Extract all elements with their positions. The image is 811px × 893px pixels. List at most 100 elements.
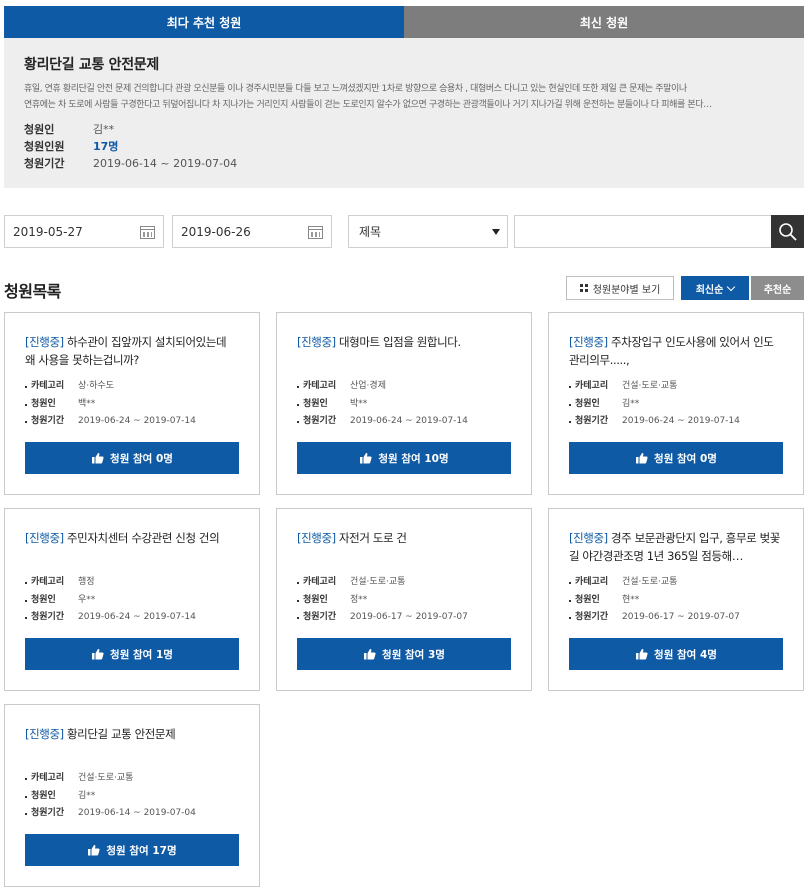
period-label: 청원기간	[25, 805, 78, 823]
participate-button[interactable]: 청원 참여 10명	[297, 442, 511, 474]
petition-title[interactable]: [진행중] 주차장입구 인도사용에 있어서 인도관리의무.....,	[569, 333, 783, 369]
petitioner-row: 청원인 김**	[569, 396, 783, 414]
petition-title[interactable]: [진행중] 자전거 도로 건	[297, 529, 511, 565]
status-badge: [진행중]	[569, 531, 608, 545]
end-date-field[interactable]: 2019-06-26	[172, 215, 332, 248]
period-value: 2019-06-24 ~ 2019-07-14	[78, 612, 196, 622]
petitioner-row: 청원인 김**	[25, 788, 239, 806]
participate-button[interactable]: 청원 참여 17명	[25, 834, 239, 866]
category-label: 카테고리	[569, 378, 622, 396]
participate-label: 청원 참여 10명	[378, 452, 449, 465]
period-value: 2019-06-17 ~ 2019-07-07	[622, 612, 740, 622]
period-row: 청원기간 2019-06-14 ~ 2019-07-04	[25, 805, 239, 823]
petition-card[interactable]: [진행중] 자전거 도로 건카테고리 건설·도로·교통 청원인 정** 청원기간 2019…	[276, 508, 532, 691]
period-value: 2019-06-24 ~ 2019-07-14	[350, 416, 468, 426]
petition-card[interactable]: [진행중] 주민자치센터 수강관련 신청 건의 카테고리 행정 청원인 우** 청원기간 2…	[4, 508, 260, 691]
petition-meta: 카테고리 건설·도로·교통 청원인 현** 청원기간 2019-06-17 ~ 2019-…	[569, 574, 783, 627]
thumbs-up-icon	[360, 452, 372, 464]
category-label: 카테고리	[297, 378, 350, 396]
petitioner-row: 청원인 현**	[569, 592, 783, 610]
end-date-value: 2019-06-26	[181, 224, 251, 239]
start-date-field[interactable]: 2019-05-27	[4, 215, 164, 248]
petition-card[interactable]: [진행중] 황리단길 교통 안전문제 카테고리 건설·도로·교통 청원인 김** 청원기간…	[4, 704, 260, 887]
featured-petitioner-row: 청원인 김**	[24, 121, 784, 138]
petitioner-label: 청원인	[25, 788, 78, 806]
participate-button[interactable]: 청원 참여 3명	[297, 638, 511, 670]
search-field-select[interactable]: 제목	[348, 215, 508, 248]
participate-button[interactable]: 청원 참여 0명	[569, 442, 783, 474]
petitioner-row: 청원인 우**	[25, 592, 239, 610]
period-row: 청원기간 2019-06-24 ~ 2019-07-14	[569, 413, 783, 431]
featured-meta: 청원인 김** 청원인원 17명 청원기간 2019-06-14 ~ 2019-…	[24, 121, 784, 172]
sort-latest-button[interactable]: 최신순	[681, 276, 749, 300]
category-row: 카테고리 건설·도로·교통	[25, 770, 239, 788]
petition-title[interactable]: [진행중] 하수관이 집앞까지 설치되어있는데 왜 사용을 못하는겁니까?	[25, 333, 239, 369]
category-label: 카테고리	[297, 574, 350, 592]
tab-most-recommended[interactable]: 최다 추천 청원	[4, 6, 404, 38]
thumbs-up-icon	[636, 452, 648, 464]
petition-card[interactable]: [진행중] 대형마트 입점을 원합니다. 카테고리 산업·경제 청원인 박** 청원기간 2…	[276, 312, 532, 495]
petition-meta: 카테고리 건설·도로·교통 청원인 김** 청원기간 2019-06-24 ~ 2019-…	[569, 378, 783, 431]
petition-title-text: 자전거 도로 건	[338, 531, 407, 545]
period-label: 청원기간	[569, 413, 622, 431]
start-date-value: 2019-05-27	[13, 224, 83, 239]
category-row: 카테고리 건설·도로·교통	[297, 574, 511, 592]
petitioner-value: 정**	[350, 594, 368, 605]
status-badge: [진행중]	[297, 531, 336, 545]
category-view-button[interactable]: 청원분야별 보기	[566, 276, 674, 300]
calendar-icon[interactable]	[140, 226, 155, 239]
category-label: 카테고리	[25, 574, 78, 592]
petition-card[interactable]: [진행중] 경주 보문관광단지 입구, 흥무로 벚꽃길 야간경관조명 1년 36…	[548, 508, 804, 691]
period-label: 청원기간	[297, 609, 350, 627]
featured-summary-line: 휴일, 연휴 황리단길 안전 문제 건의합니다 관광 오신분들 이나 경주시민분…	[24, 84, 687, 94]
petitioner-label: 청원인	[24, 123, 55, 136]
petition-card[interactable]: [진행중] 하수관이 집앞까지 설치되어있는데 왜 사용을 못하는겁니까? 카테고…	[4, 312, 260, 495]
petition-meta: 카테고리 건설·도로·교통 청원인 정** 청원기간 2019-06-17 ~ 2019-…	[297, 574, 511, 627]
period-value: 2019-06-24 ~ 2019-07-14	[78, 416, 196, 426]
petitioner-row: 청원인 백**	[25, 396, 239, 414]
participate-label: 청원 참여 17명	[106, 844, 177, 857]
featured-title[interactable]: 황리단길 교통 안전문제	[24, 54, 784, 74]
petition-title[interactable]: [진행중] 대형마트 입점을 원합니다.	[297, 333, 511, 369]
category-row: 카테고리 산업·경제	[297, 378, 511, 396]
search-field-value: 제목	[359, 225, 382, 239]
petition-title-text: 황리단길 교통 안전문제	[66, 727, 176, 741]
calendar-icon[interactable]	[308, 226, 323, 239]
sort-recommend-button[interactable]: 추천순	[751, 276, 804, 300]
search-button[interactable]	[771, 215, 804, 248]
tab-latest[interactable]: 최신 청원	[404, 6, 804, 38]
participate-button[interactable]: 청원 참여 0명	[25, 442, 239, 474]
search-input[interactable]	[514, 215, 772, 248]
petition-card[interactable]: [진행중] 주차장입구 인도사용에 있어서 인도관리의무....., 카테고리 건설…	[548, 312, 804, 495]
petition-title-text: 대형마트 입점을 원합니다.	[338, 335, 461, 349]
category-value: 건설·도로·교통	[78, 773, 134, 783]
petitioner-row: 청원인 박**	[297, 396, 511, 414]
period-label: 청원기간	[297, 413, 350, 431]
petition-title[interactable]: [진행중] 경주 보문관광단지 입구, 흥무로 벚꽃길 야간경관조명 1년 36…	[569, 529, 783, 565]
category-value: 행정	[78, 577, 95, 587]
participate-button[interactable]: 청원 참여 4명	[569, 638, 783, 670]
petition-title[interactable]: [진행중] 주민자치센터 수강관련 신청 건의	[25, 529, 239, 565]
petitioner-value: 김**	[78, 790, 96, 801]
category-row: 카테고리 건설·도로·교통	[569, 378, 783, 396]
participate-button[interactable]: 청원 참여 1명	[25, 638, 239, 670]
petitioner-label: 청원인	[25, 592, 78, 610]
participate-label: 청원 참여 1명	[110, 648, 173, 661]
status-badge: [진행중]	[25, 727, 64, 741]
petitioner-value: 김**	[622, 398, 640, 409]
thumbs-up-icon	[92, 452, 104, 464]
chevron-down-icon	[727, 282, 736, 291]
petition-title[interactable]: [진행중] 황리단길 교통 안전문제	[25, 725, 239, 761]
period-value: 2019-06-24 ~ 2019-07-14	[622, 416, 740, 426]
featured-summary-line: 연휴에는 차 도로에 사람들 구경한다고 뒤덮어집니다 차 지나가는 거리인지 …	[24, 100, 712, 110]
petitioner-label: 청원인	[25, 396, 78, 414]
petition-meta: 카테고리 상·하수도 청원인 백** 청원기간 2019-06-24 ~ 2019-07-…	[25, 378, 239, 431]
participate-label: 청원 참여 0명	[110, 452, 173, 465]
grid-icon	[579, 284, 588, 292]
period-label: 청원기간	[569, 609, 622, 627]
petition-meta: 카테고리 산업·경제 청원인 박** 청원기간 2019-06-24 ~ 2019-07-…	[297, 378, 511, 431]
period-label: 청원기간	[24, 157, 65, 170]
petitioner-value: 백**	[78, 398, 96, 409]
petitioner-value: 김**	[93, 123, 115, 136]
featured-petition[interactable]: 황리단길 교통 안전문제 휴일, 연휴 황리단길 안전 문제 건의합니다 관광 …	[4, 38, 804, 188]
